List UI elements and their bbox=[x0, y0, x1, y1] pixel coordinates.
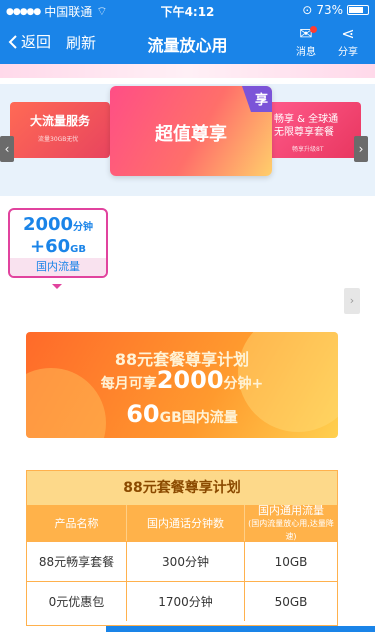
card-subtitle: 流量30GB无忧 bbox=[38, 136, 79, 143]
banner-carousel[interactable]: 大流量服务 流量30GB无忧 畅享 & 全球通 无限尊享套餐 畅享升级8T 享 … bbox=[0, 84, 375, 196]
package-label: 国内流量 bbox=[10, 258, 106, 276]
promo-banner: 88元套餐尊享计划 每月可享2000分钟+ 60GB国内流量 bbox=[26, 332, 338, 438]
rotation-lock-icon: ⊙ bbox=[302, 3, 313, 17]
header-data: 国内通用流量 (国内流量放心用,达量降速) bbox=[248, 503, 334, 541]
hero-banner-strip bbox=[0, 64, 375, 78]
package-card[interactable]: 2000分钟 +60GB 国内流量 bbox=[8, 208, 108, 278]
carousel-next-button[interactable]: › bbox=[354, 136, 368, 162]
plan-table: 88元套餐尊享计划 产品名称 国内通话分钟数 国内通用流量 (国内流量放心用,达量… bbox=[26, 470, 338, 626]
battery-percent: 73% bbox=[316, 3, 343, 17]
package-selector: 2000分钟 +60GB 国内流量 › bbox=[0, 196, 375, 314]
badge-text: 享 bbox=[254, 93, 268, 108]
status-bar: ●●●●● 中国联通 ⌔ 下午4:12 ⊙ 73% bbox=[0, 0, 375, 20]
nav-bar: 返回 刷新 流量放心用 ✉ 消息 ⋖ 分享 bbox=[0, 20, 375, 64]
header-minutes: 国内通话分钟数 bbox=[127, 505, 245, 541]
plan-table-header: 产品名称 国内通话分钟数 国内通用流量 (国内流量放心用,达量降速) bbox=[27, 503, 337, 541]
share-label: 分享 bbox=[338, 47, 358, 58]
table-row: 0元优惠包 1700分钟 50GB bbox=[27, 581, 337, 621]
card-subtitle: 畅享升级8T bbox=[292, 146, 324, 153]
bottom-action-bar[interactable] bbox=[106, 626, 375, 632]
cell-data: 10GB bbox=[274, 554, 308, 569]
card-line2: 无限尊享套餐 bbox=[274, 127, 334, 138]
package-next-button[interactable]: › bbox=[344, 288, 360, 314]
cell-minutes: 300分钟 bbox=[127, 542, 245, 581]
header-product: 产品名称 bbox=[27, 505, 127, 541]
cell-product: 0元优惠包 bbox=[27, 582, 127, 621]
cell-product: 88元畅享套餐 bbox=[27, 542, 127, 581]
plan-table-title: 88元套餐尊享计划 bbox=[27, 471, 337, 505]
package-minutes: 2000分钟 bbox=[22, 214, 94, 235]
notification-dot bbox=[310, 26, 317, 33]
promo-data-line: 60GB国内流量 bbox=[126, 400, 238, 428]
package-data: +60GB bbox=[30, 236, 86, 257]
share-button[interactable]: ⋖ 分享 bbox=[333, 24, 363, 59]
card-title: 超值尊享 bbox=[155, 124, 227, 145]
table-row: 88元畅享套餐 300分钟 10GB bbox=[27, 541, 337, 581]
share-icon: ⋖ bbox=[341, 24, 355, 43]
card-title: 大流量服务 bbox=[30, 114, 91, 128]
message-button[interactable]: ✉ 消息 bbox=[291, 25, 321, 58]
selected-indicator bbox=[52, 284, 62, 289]
cell-minutes: 1700分钟 bbox=[127, 582, 245, 621]
main-content: 大流量服务 流量30GB无忧 畅享 & 全球通 无限尊享套餐 畅享升级8T 享 … bbox=[0, 64, 375, 632]
battery-icon bbox=[347, 5, 369, 15]
carousel-card-main[interactable]: 享 超值尊享 bbox=[110, 86, 272, 176]
promo-minutes-line: 每月可享2000分钟+ bbox=[100, 366, 264, 394]
carousel-prev-button[interactable]: ‹ bbox=[0, 136, 14, 162]
carousel-card-left[interactable]: 大流量服务 流量30GB无忧 bbox=[10, 102, 110, 158]
message-label: 消息 bbox=[296, 47, 316, 58]
cell-data: 50GB bbox=[274, 594, 308, 609]
carousel-card-right[interactable]: 畅享 & 全球通 无限尊享套餐 畅享升级8T bbox=[268, 102, 361, 158]
